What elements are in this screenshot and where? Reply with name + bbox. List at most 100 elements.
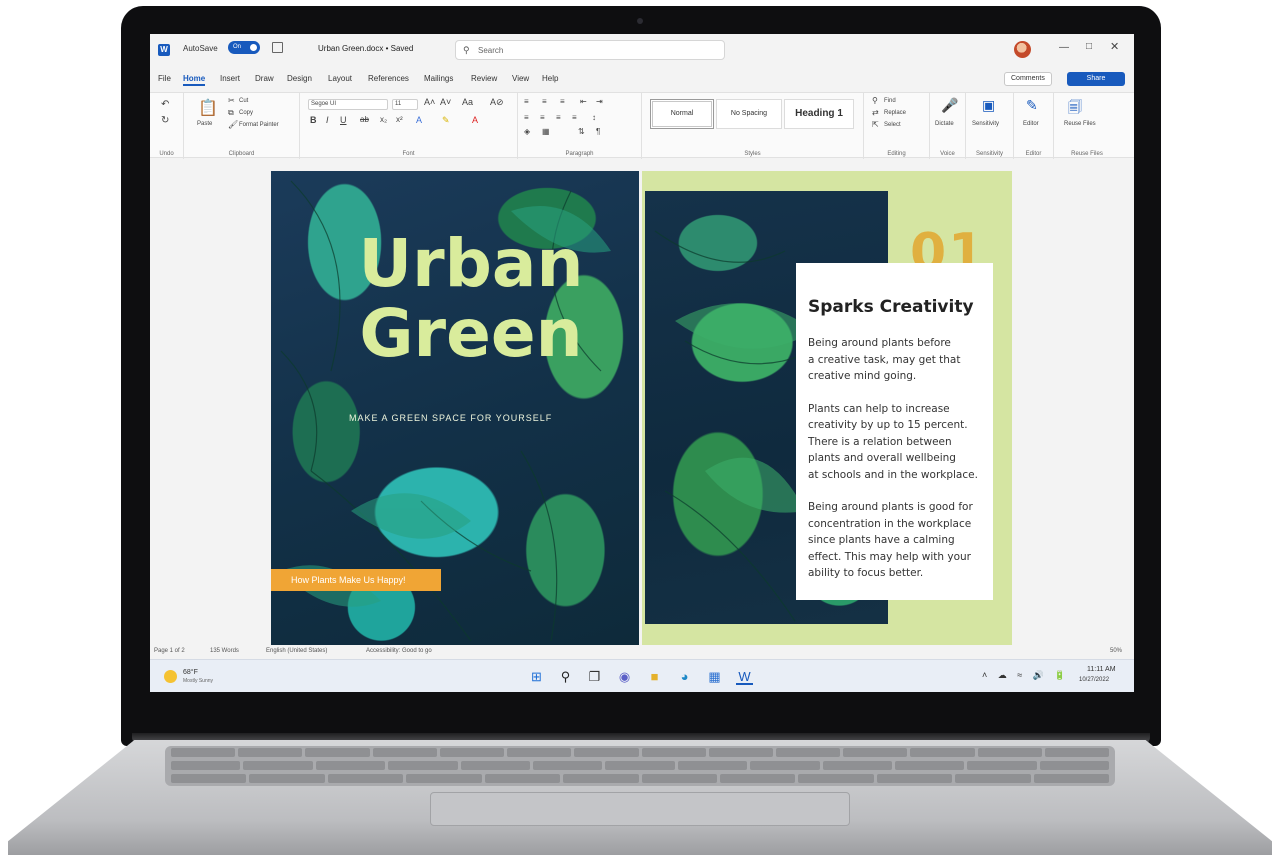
cta-banner: How Plants Make Us Happy! [271,569,441,591]
cut-icon: ✂ [228,96,235,105]
reuse-files-button[interactable]: Reuse Files [1064,121,1096,127]
copy-button[interactable]: Copy [239,110,253,116]
avatar[interactable] [1014,41,1031,58]
shrink-font-icon[interactable]: A˅ [440,97,451,107]
select-button[interactable]: Select [884,122,901,128]
align-left-icon[interactable]: ≡ [524,113,529,122]
change-case-icon[interactable]: Aa [462,97,473,107]
grow-font-icon[interactable]: A˄ [424,97,435,107]
keyboard [165,746,1115,786]
style-no-spacing[interactable]: No Spacing [716,99,782,129]
edge-icon[interactable]: ◕ [676,668,693,685]
voice-group-label: Voice [940,151,955,157]
multilevel-list-icon[interactable]: ≡ [560,97,565,106]
page-count[interactable]: Page 1 of 2 [154,648,185,654]
system-tray-icons[interactable]: ˄ ☁ ≈ 🔊 🔋 [982,670,1070,681]
show-marks-icon[interactable]: ¶ [596,127,600,136]
find-button[interactable]: Find [884,98,896,104]
word-count[interactable]: 135 Words [210,648,239,654]
align-right-icon[interactable]: ≡ [556,113,561,122]
strikethrough-icon[interactable]: ab [360,115,369,124]
clear-formatting-icon[interactable]: A⊘ [490,97,504,108]
minimize-icon[interactable]: — [1059,42,1069,53]
paste-icon[interactable]: 📋 [198,98,218,118]
underline-icon[interactable]: U [340,115,347,125]
page-left[interactable]: Urban Green MAKE A GREEN SPACE FOR YOURS… [271,171,639,645]
bullets-icon[interactable]: ≡ [524,97,529,106]
maximize-icon[interactable]: □ [1086,41,1092,52]
superscript-icon[interactable]: x² [396,115,403,124]
share-button[interactable]: Share [1067,72,1125,86]
store-icon[interactable]: ▦ [706,668,723,685]
clock-time[interactable]: 11:11 AM [1087,666,1116,673]
trackpad [430,792,850,826]
redo-icon[interactable]: ↻ [161,115,169,126]
chat-icon[interactable]: ◉ [616,668,633,685]
tab-references[interactable]: References [368,74,409,83]
windows-start-icon[interactable]: ⊞ [528,668,545,685]
numbering-icon[interactable]: ≡ [542,97,547,106]
tab-design[interactable]: Design [287,74,312,83]
search-input[interactable]: ⚲ Search [455,40,725,60]
italic-icon[interactable]: I [326,115,329,125]
borders-icon[interactable]: ▦ [542,127,550,136]
tab-layout[interactable]: Layout [328,74,352,83]
highlight-icon[interactable]: ✎ [442,115,450,126]
document-title[interactable]: Urban Green.docx • Saved [318,44,413,53]
undo-icon[interactable]: ↶ [161,99,169,110]
line-spacing-icon[interactable]: ↕ [592,113,596,122]
justify-icon[interactable]: ≡ [572,113,577,122]
comments-button[interactable]: Comments [1004,72,1052,86]
weather-temperature[interactable]: 68°F [183,669,198,676]
tab-home[interactable]: Home [183,74,206,86]
cut-button[interactable]: Cut [239,98,248,104]
clipboard-group: 📋 Paste ✂ Cut ⧉ Copy 🖌 Format Painter Cl… [184,93,300,159]
sort-icon[interactable]: ⇅ [578,127,585,136]
task-view-icon[interactable]: ❐ [586,668,603,685]
autosave-label: AutoSave [183,44,218,53]
language-status[interactable]: English (United States) [266,648,327,654]
font-name-select[interactable]: Segoe UI [308,99,388,110]
editor-button[interactable]: Editor [1023,121,1039,127]
tab-file[interactable]: File [158,74,171,83]
save-icon[interactable] [272,42,283,53]
increase-indent-icon[interactable]: ⇥ [596,97,603,106]
weather-description[interactable]: Mostly Sunny [183,678,213,684]
accessibility-status[interactable]: Accessibility: Good to go [366,648,432,654]
close-icon[interactable]: ✕ [1110,40,1119,53]
editor-icon[interactable]: ✎ [1026,97,1038,114]
style-heading-1[interactable]: Heading 1 [784,99,854,129]
font-color-icon[interactable]: A [472,115,478,125]
zoom-level[interactable]: 50% [1110,648,1122,654]
page-right[interactable]: 01 Sparks Creativity Being around plants… [642,171,1012,645]
subscript-icon[interactable]: x₂ [380,115,387,124]
style-normal[interactable]: Normal [650,99,714,129]
text-effects-icon[interactable]: A [416,115,422,125]
font-size-select[interactable]: 11 [392,99,418,110]
align-center-icon[interactable]: ≡ [540,113,545,122]
tab-help[interactable]: Help [542,74,558,83]
bold-icon[interactable]: B [310,115,317,125]
word-taskbar-icon[interactable]: W [736,668,753,685]
clock-date[interactable]: 10/27/2022 [1079,677,1109,683]
sensitivity-button[interactable]: Sensitivity [972,121,999,127]
tab-review[interactable]: Review [471,74,497,83]
tab-view[interactable]: View [512,74,529,83]
decrease-indent-icon[interactable]: ⇤ [580,97,587,106]
reuse-files-icon[interactable]: 🗐 [1068,97,1082,121]
tab-mailings[interactable]: Mailings [424,74,453,83]
sensitivity-icon[interactable]: ▣ [982,97,995,114]
document-canvas[interactable]: Urban Green MAKE A GREEN SPACE FOR YOURS… [150,159,1134,645]
paste-button[interactable]: Paste [197,121,212,127]
autosave-toggle[interactable]: On [228,41,260,54]
tab-insert[interactable]: Insert [220,74,240,83]
taskbar-search-icon[interactable]: ⚲ [557,668,574,685]
file-explorer-icon[interactable]: ■ [646,668,663,685]
microphone-icon[interactable]: 🎤 [941,97,958,114]
tab-draw[interactable]: Draw [255,74,274,83]
replace-button[interactable]: Replace [884,110,906,116]
shading-icon[interactable]: ◈ [524,127,530,136]
weather-sun-icon[interactable] [164,670,177,683]
dictate-button[interactable]: Dictate [935,121,954,127]
format-painter-button[interactable]: Format Painter [239,122,279,128]
